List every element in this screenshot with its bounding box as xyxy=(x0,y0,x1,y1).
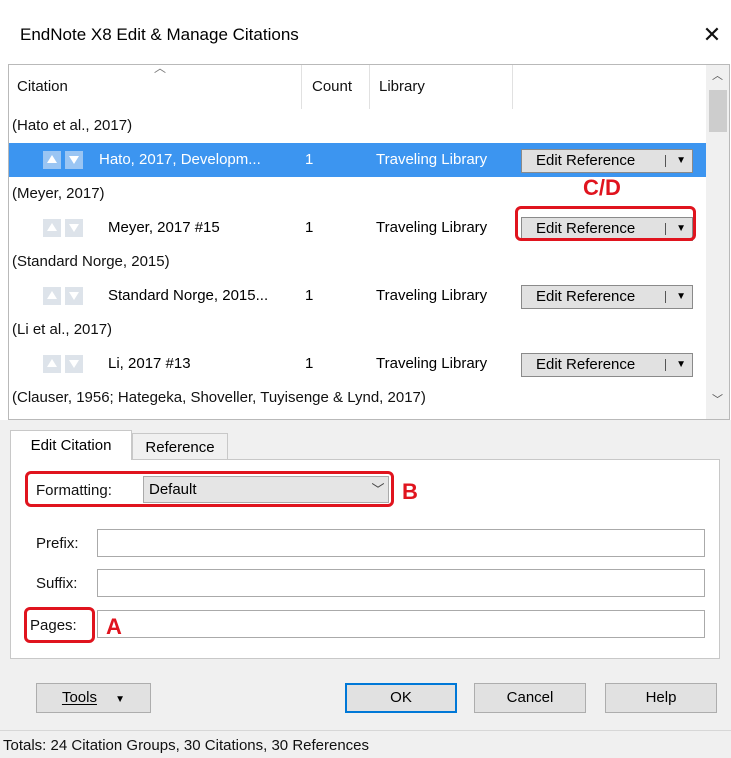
count-cell: 1 xyxy=(305,355,314,372)
citation-group-row[interactable]: (Standard Norge, 2015) xyxy=(9,245,709,279)
cancel-button[interactable]: Cancel xyxy=(474,683,586,713)
split-separator xyxy=(665,155,666,167)
count-cell: 1 xyxy=(305,219,314,236)
move-up-icon[interactable] xyxy=(43,151,61,169)
citation-item-row[interactable]: Li, 2017 #13 1 Traveling Library Edit Re… xyxy=(9,347,706,381)
split-separator xyxy=(665,359,666,371)
split-separator xyxy=(665,291,666,303)
column-header-library-label: Library xyxy=(379,78,425,95)
edit-reference-label: Edit Reference xyxy=(536,288,636,305)
citation-group-label: (Meyer, 2017) xyxy=(12,185,105,202)
citation-group-label: (Li et al., 2017) xyxy=(12,321,113,338)
close-icon[interactable]: ✕ xyxy=(696,18,728,52)
citation-group-row[interactable]: (Clauser, 1956; Hategeka, Shoveller, Tuy… xyxy=(9,381,709,415)
library-cell: Traveling Library xyxy=(376,287,488,304)
tab-edit-citation[interactable]: Edit Citation xyxy=(10,430,132,460)
move-down-icon[interactable] xyxy=(65,287,83,305)
chevron-down-icon[interactable]: ▼ xyxy=(676,354,686,376)
move-down-icon[interactable] xyxy=(65,355,83,373)
move-up-icon[interactable] xyxy=(43,355,61,373)
edit-reference-button[interactable]: Edit Reference ▼ xyxy=(521,285,693,309)
annotation-box-a xyxy=(24,607,95,643)
column-separator[interactable] xyxy=(512,65,513,109)
edit-reference-label: Edit Reference xyxy=(536,152,636,169)
scroll-thumb[interactable] xyxy=(709,90,727,132)
tools-button-label: Tools xyxy=(61,689,97,706)
library-cell: Traveling Library xyxy=(376,219,488,236)
chevron-down-icon[interactable]: ▼ xyxy=(676,150,686,172)
move-up-icon[interactable] xyxy=(43,219,61,237)
library-cell: Traveling Library xyxy=(376,355,488,372)
edit-reference-button[interactable]: Edit Reference ▼ xyxy=(521,149,693,173)
chevron-down-icon: ▼ xyxy=(115,694,126,705)
sort-ascending-icon: ︿ xyxy=(154,61,167,75)
status-text: Totals: 24 Citation Groups, 30 Citations… xyxy=(3,737,370,754)
citation-cell: Li, 2017 #13 xyxy=(108,355,191,372)
citation-group-label: (Clauser, 1956; Hategeka, Shoveller, Tuy… xyxy=(12,389,426,406)
ok-button[interactable]: OK xyxy=(345,683,457,713)
move-down-icon[interactable] xyxy=(65,151,83,169)
column-separator[interactable] xyxy=(301,65,302,109)
chevron-down-icon[interactable]: ▼ xyxy=(676,286,686,308)
citation-item-row[interactable]: Hato, 2017, Developm... 1 Traveling Libr… xyxy=(9,143,706,177)
edit-reference-button[interactable]: Edit Reference ▼ xyxy=(521,353,693,377)
suffix-label: Suffix: xyxy=(36,575,78,592)
help-button[interactable]: Help xyxy=(605,683,717,713)
column-header-count-label: Count xyxy=(312,78,353,95)
column-header-count[interactable]: Count xyxy=(304,65,367,109)
count-cell: 1 xyxy=(305,151,314,168)
column-header-citation-label: Citation xyxy=(17,78,68,95)
annotation-box-b xyxy=(25,471,394,507)
window-title: EndNote X8 Edit & Manage Citations xyxy=(20,25,299,44)
pages-input[interactable] xyxy=(97,610,705,638)
citation-group-row[interactable]: (Hato et al., 2017) xyxy=(9,109,709,143)
suffix-input[interactable] xyxy=(97,569,705,597)
grid-header: Citation ︿ Count Library xyxy=(9,61,706,109)
annotation-label-b: B xyxy=(402,479,418,504)
citation-group-row[interactable]: (Li et al., 2017) xyxy=(9,313,709,347)
citation-group-label: (Standard Norge, 2015) xyxy=(12,253,170,270)
annotation-label-a: A xyxy=(106,614,122,639)
tab-reference[interactable]: Reference xyxy=(132,433,228,460)
move-down-icon[interactable] xyxy=(65,219,83,237)
tools-button[interactable]: Tools ▼ xyxy=(36,683,151,713)
citation-item-row[interactable]: Standard Norge, 2015... 1 Traveling Libr… xyxy=(9,279,706,313)
prefix-label: Prefix: xyxy=(36,535,79,552)
citation-cell: Standard Norge, 2015... xyxy=(108,287,269,304)
edit-reference-label: Edit Reference xyxy=(536,356,636,373)
citation-group-label: (Hato et al., 2017) xyxy=(12,117,133,134)
annotation-box-cd xyxy=(515,206,696,241)
move-up-icon[interactable] xyxy=(43,287,61,305)
column-separator[interactable] xyxy=(369,65,370,109)
column-header-library[interactable]: Library xyxy=(371,65,511,109)
annotation-label-cd: C/D xyxy=(583,175,621,200)
scroll-down-icon[interactable]: ﹀ xyxy=(706,389,729,411)
citation-cell: Hato, 2017, Developm... xyxy=(99,151,261,168)
prefix-input[interactable] xyxy=(97,529,705,557)
citation-cell: Meyer, 2017 #15 xyxy=(108,219,220,236)
scroll-up-icon[interactable]: ︿ xyxy=(706,65,729,87)
count-cell: 1 xyxy=(305,287,314,304)
library-cell: Traveling Library xyxy=(376,151,488,168)
